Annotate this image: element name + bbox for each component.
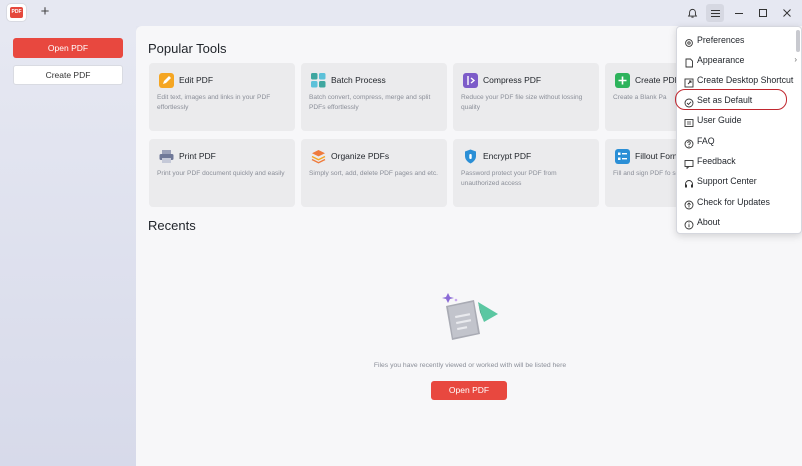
menu-item-check-for-updates[interactable]: Check for Updates <box>677 193 801 211</box>
create-pdf-icon <box>615 73 630 88</box>
menu-item-label: Create Desktop Shortcut <box>697 75 794 85</box>
menu-icon[interactable] <box>706 4 724 22</box>
tool-name: Print PDF <box>179 151 216 161</box>
menu-scrollbar[interactable] <box>796 30 800 52</box>
tool-name: Edit PDF <box>179 75 214 85</box>
tool-print-pdf[interactable]: Print PDF Print your PDF document quickl… <box>149 139 295 207</box>
menu-item-label: Check for Updates <box>697 197 770 207</box>
empty-recents-message: Files you have recently viewed or worked… <box>373 362 567 369</box>
menu-item-label: Feedback <box>697 156 736 166</box>
tool-edit-pdf[interactable]: Edit PDF Edit text, images and links in … <box>149 63 295 131</box>
update-icon <box>684 197 694 210</box>
shield-icon <box>463 149 478 164</box>
tool-name: Encrypt PDF <box>483 151 532 161</box>
sidebar <box>0 26 136 466</box>
tool-description: Reduce your PDF file size without lossin… <box>461 94 583 111</box>
menu-item-faq[interactable]: FAQ <box>677 132 801 150</box>
recents-title: Recents <box>148 218 196 233</box>
tool-description: Print your PDF document quickly and easi… <box>157 170 285 177</box>
main-menu-dropdown: Preferences Appearance › Create Desktop … <box>676 26 802 234</box>
empty-recents-illustration <box>440 290 502 352</box>
feedback-icon <box>684 156 694 170</box>
app-logo-icon[interactable]: PDF <box>7 4 26 21</box>
create-pdf-button[interactable]: Create PDF <box>13 65 123 85</box>
appearance-icon <box>684 55 694 68</box>
menu-item-label: User Guide <box>697 115 742 125</box>
menu-item-label: FAQ <box>697 136 715 146</box>
menu-item-label: Support Center <box>697 176 757 186</box>
app-logo-text: PDF <box>10 7 23 18</box>
recents-open-pdf-button[interactable]: Open PDF <box>431 381 507 400</box>
tool-batch-process[interactable]: Batch Process Batch convert, compress, m… <box>301 63 447 131</box>
open-pdf-button[interactable]: Open PDF <box>13 38 123 58</box>
menu-item-label: About <box>697 217 720 227</box>
organize-pdfs-icon <box>311 149 326 164</box>
menu-item-label: Preferences <box>697 35 745 45</box>
title-bar: PDF + <box>0 0 802 26</box>
tool-description: Password protect your PDF from unauthori… <box>461 170 557 187</box>
tool-name: Fillout Form <box>635 151 680 161</box>
gear-icon <box>684 35 694 47</box>
batch-process-icon <box>311 73 326 88</box>
tool-name: Create PDF <box>635 75 680 85</box>
edit-pdf-icon <box>159 73 174 88</box>
menu-item-label: Appearance <box>697 55 745 65</box>
book-icon <box>684 115 694 127</box>
maximize-icon[interactable] <box>754 4 772 22</box>
tool-name: Compress PDF <box>483 75 542 85</box>
menu-item-feedback[interactable]: Feedback <box>677 152 801 170</box>
new-tab-button[interactable]: + <box>38 4 52 20</box>
tool-encrypt-pdf[interactable]: Encrypt PDF Password protect your PDF fr… <box>453 139 599 207</box>
chevron-right-icon: › <box>794 55 797 64</box>
info-icon <box>684 217 694 230</box>
compress-pdf-icon <box>463 73 478 88</box>
menu-item-about[interactable]: About <box>677 213 801 231</box>
menu-item-support-center[interactable]: Support Center <box>677 172 801 190</box>
tool-description: Simply sort, add, delete PDF pages and e… <box>309 170 439 177</box>
headset-icon <box>684 176 694 188</box>
bell-icon[interactable] <box>683 4 701 22</box>
tool-name: Organize PDFs <box>331 151 390 161</box>
set-as-default-highlight <box>675 89 787 110</box>
question-icon <box>684 136 694 149</box>
menu-item-user-guide[interactable]: User Guide <box>677 111 801 129</box>
shortcut-icon <box>684 75 694 88</box>
tool-name: Batch Process <box>331 75 386 85</box>
tool-compress-pdf[interactable]: Compress PDF Reduce your PDF file size w… <box>453 63 599 131</box>
form-icon <box>615 149 630 164</box>
menu-item-create-desktop-shortcut[interactable]: Create Desktop Shortcut <box>677 71 801 89</box>
menu-item-appearance[interactable]: Appearance › <box>677 51 801 69</box>
printer-icon <box>159 149 174 164</box>
tool-organize-pdfs[interactable]: Organize PDFs Simply sort, add, delete P… <box>301 139 447 207</box>
tool-description: Batch convert, compress, merge and split… <box>309 94 431 111</box>
close-icon[interactable] <box>778 4 796 22</box>
minimize-icon[interactable] <box>730 4 748 22</box>
tool-description: Edit text, images and links in your PDF … <box>157 94 271 111</box>
popular-tools-title: Popular Tools <box>148 41 227 56</box>
menu-item-preferences[interactable]: Preferences <box>677 31 801 49</box>
